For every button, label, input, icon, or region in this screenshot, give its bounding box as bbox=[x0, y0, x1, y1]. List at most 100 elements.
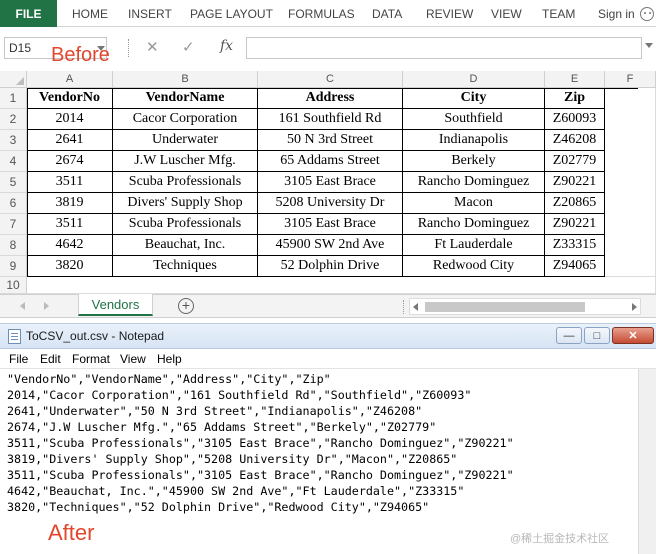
table-cell[interactable]: 2014 bbox=[27, 109, 113, 130]
menu-file[interactable]: File bbox=[9, 352, 28, 366]
table-cell[interactable]: Z60093 bbox=[545, 109, 605, 130]
notepad-text-area[interactable]: "VendorNo","VendorName","Address","City"… bbox=[0, 369, 638, 554]
empty-row-10[interactable] bbox=[27, 277, 656, 294]
close-button[interactable]: ✕ bbox=[612, 327, 654, 344]
sheet-tab-vendors[interactable]: Vendors bbox=[78, 294, 153, 316]
menu-format[interactable]: Format bbox=[72, 352, 110, 366]
table-cell[interactable]: Z46208 bbox=[545, 130, 605, 151]
table-cell[interactable]: 45900 SW 2nd Ave bbox=[258, 235, 403, 256]
maximize-button[interactable]: □ bbox=[584, 327, 610, 344]
formula-input[interactable] bbox=[246, 37, 642, 59]
table-cell[interactable]: 3105 East Brace bbox=[258, 172, 403, 193]
tab-formulas[interactable]: FORMULAS bbox=[288, 0, 355, 27]
header-cell[interactable]: Address bbox=[258, 88, 403, 109]
tab-review[interactable]: REVIEW bbox=[426, 0, 473, 27]
row-header-7[interactable]: 7 bbox=[0, 214, 27, 235]
table-cell[interactable]: 5208 University Dr bbox=[258, 193, 403, 214]
name-box-dropdown-icon[interactable] bbox=[97, 46, 105, 51]
cancel-icon[interactable]: ✕ bbox=[146, 38, 159, 56]
column-header-d[interactable]: D bbox=[403, 71, 545, 88]
scroll-thumb[interactable] bbox=[425, 302, 585, 312]
expand-formula-bar-icon[interactable] bbox=[645, 43, 653, 48]
table-cell[interactable]: Divers' Supply Shop bbox=[113, 193, 258, 214]
table-cell[interactable]: Macon bbox=[403, 193, 545, 214]
header-cell[interactable]: VendorName bbox=[113, 88, 258, 109]
row-header-9[interactable]: 9 bbox=[0, 256, 27, 277]
tab-view[interactable]: VIEW bbox=[491, 0, 522, 27]
tab-insert[interactable]: INSERT bbox=[128, 0, 172, 27]
table-cell[interactable]: Indianapolis bbox=[403, 130, 545, 151]
add-sheet-icon[interactable]: + bbox=[178, 298, 194, 314]
table-cell[interactable]: Techniques bbox=[113, 256, 258, 277]
row-header-3[interactable]: 3 bbox=[0, 130, 27, 151]
table-cell[interactable]: 4642 bbox=[27, 235, 113, 256]
row-header-5[interactable]: 5 bbox=[0, 172, 27, 193]
table-cell[interactable]: Z33315 bbox=[545, 235, 605, 256]
vertical-scrollbar[interactable] bbox=[638, 369, 656, 554]
row-header-1[interactable]: 1 bbox=[0, 88, 27, 109]
file-tab[interactable]: FILE bbox=[0, 0, 57, 27]
column-header-b[interactable]: B bbox=[113, 71, 258, 88]
sign-in-link[interactable]: Sign in bbox=[598, 0, 635, 27]
prev-sheet-icon[interactable] bbox=[20, 302, 25, 310]
table-cell[interactable]: Southfield bbox=[403, 109, 545, 130]
notepad-titlebar[interactable]: ToCSV_out.csv - Notepad — □ ✕ bbox=[0, 324, 656, 349]
column-header-e[interactable]: E bbox=[545, 71, 605, 88]
empty-column-f[interactable] bbox=[605, 88, 656, 277]
table-cell[interactable]: Rancho Dominguez bbox=[403, 214, 545, 235]
scroll-right-icon[interactable] bbox=[632, 303, 637, 311]
table-cell[interactable]: Z90221 bbox=[545, 214, 605, 235]
table-cell[interactable]: Underwater bbox=[113, 130, 258, 151]
table-cell[interactable]: Beauchat, Inc. bbox=[113, 235, 258, 256]
table-cell[interactable]: 3819 bbox=[27, 193, 113, 214]
table-cell[interactable]: Z94065 bbox=[545, 256, 605, 277]
horizontal-scrollbar[interactable] bbox=[409, 298, 641, 315]
table-cell[interactable]: Z20865 bbox=[545, 193, 605, 214]
header-cell[interactable]: VendorNo bbox=[27, 88, 113, 109]
column-header-a[interactable]: A bbox=[27, 71, 113, 88]
table-cell[interactable]: J.W Luscher Mfg. bbox=[113, 151, 258, 172]
menu-view[interactable]: View bbox=[120, 352, 146, 366]
row-header-6[interactable]: 6 bbox=[0, 193, 27, 214]
table-cell[interactable]: Scuba Professionals bbox=[113, 214, 258, 235]
insert-function-icon[interactable]: fx bbox=[220, 38, 233, 54]
table-cell[interactable]: 2641 bbox=[27, 130, 113, 151]
table-cell[interactable]: Berkely bbox=[403, 151, 545, 172]
next-sheet-icon[interactable] bbox=[44, 302, 49, 310]
menu-help[interactable]: Help bbox=[157, 352, 182, 366]
table-cell[interactable]: 3105 East Brace bbox=[258, 214, 403, 235]
table-cell[interactable]: 50 N 3rd Street bbox=[258, 130, 403, 151]
name-box[interactable]: D15 Before bbox=[4, 37, 110, 66]
table-cell[interactable]: Cacor Corporation bbox=[113, 109, 258, 130]
table-cell[interactable]: 65 Addams Street bbox=[258, 151, 403, 172]
table-cell[interactable]: 3511 bbox=[27, 172, 113, 193]
row-header-4[interactable]: 4 bbox=[0, 151, 27, 172]
table-cell[interactable]: Ft Lauderdale bbox=[403, 235, 545, 256]
feedback-smiley-icon[interactable] bbox=[640, 7, 654, 21]
table-cell[interactable]: 161 Southfield Rd bbox=[258, 109, 403, 130]
header-cell[interactable]: Zip bbox=[545, 88, 605, 109]
column-header-c[interactable]: C bbox=[258, 71, 403, 88]
table-cell[interactable]: 3511 bbox=[27, 214, 113, 235]
minimize-button[interactable]: — bbox=[556, 327, 582, 344]
table-cell[interactable]: Redwood City bbox=[403, 256, 545, 277]
row-header-8[interactable]: 8 bbox=[0, 235, 27, 256]
row-header-10[interactable]: 10 bbox=[0, 277, 27, 294]
header-cell[interactable]: City bbox=[403, 88, 545, 109]
table-cell[interactable]: Scuba Professionals bbox=[113, 172, 258, 193]
tab-home[interactable]: HOME bbox=[72, 0, 108, 27]
table-cell[interactable]: Z90221 bbox=[545, 172, 605, 193]
column-header-f[interactable]: F bbox=[605, 71, 656, 88]
tab-data[interactable]: DATA bbox=[372, 0, 402, 27]
table-cell[interactable]: 2674 bbox=[27, 151, 113, 172]
select-all-corner[interactable] bbox=[0, 71, 27, 88]
table-cell[interactable]: 3820 bbox=[27, 256, 113, 277]
scroll-left-icon[interactable] bbox=[413, 303, 418, 311]
table-cell[interactable]: Z02779 bbox=[545, 151, 605, 172]
row-header-2[interactable]: 2 bbox=[0, 109, 27, 130]
enter-icon[interactable]: ✓ bbox=[182, 38, 195, 56]
tab-team[interactable]: TEAM bbox=[542, 0, 575, 27]
menu-edit[interactable]: Edit bbox=[40, 352, 61, 366]
table-cell[interactable]: Rancho Dominguez bbox=[403, 172, 545, 193]
tab-page-layout[interactable]: PAGE LAYOUT bbox=[190, 0, 273, 27]
